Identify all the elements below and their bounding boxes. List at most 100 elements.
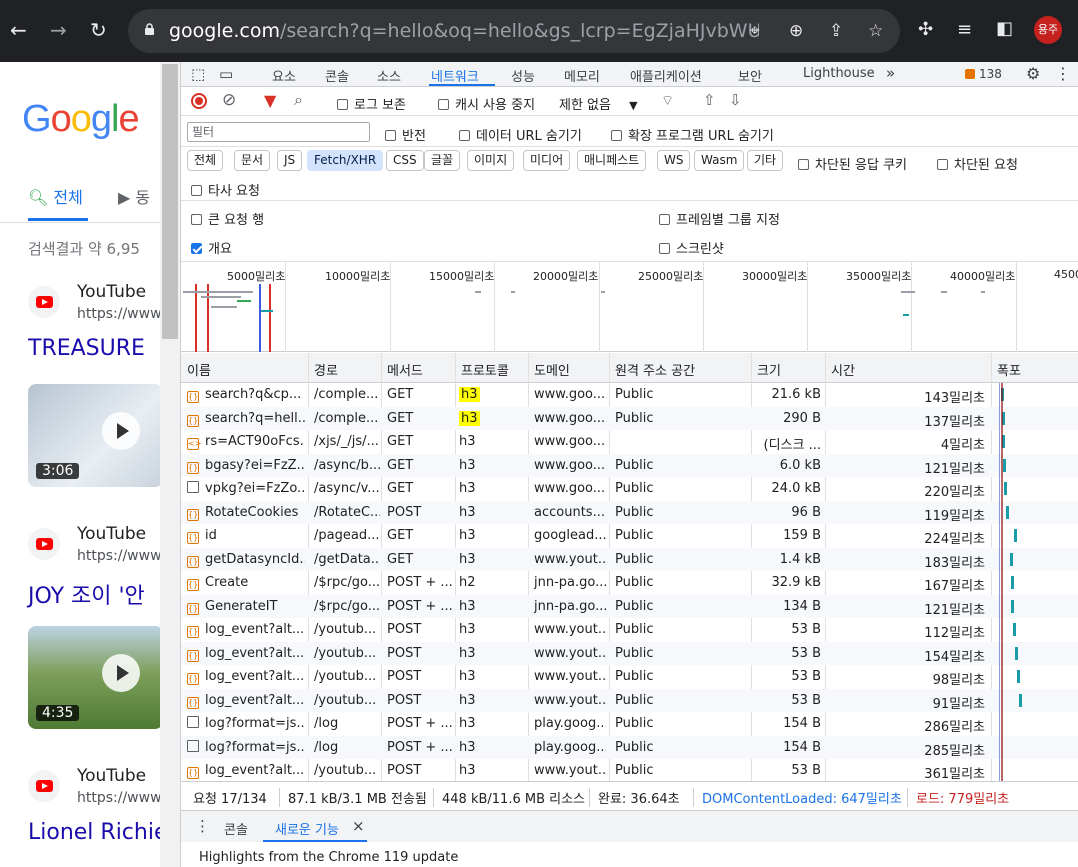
- table-row[interactable]: {} search?q=hell... /comple... GET h3 www.goo…: [181, 406, 1078, 430]
- table-row[interactable]: {} GenerateIT /$rpc/go... POST + ... h3 jnn-p…: [181, 594, 1078, 618]
- col-domain[interactable]: 도메인: [534, 360, 570, 379]
- network-conditions-icon[interactable]: ⌔: [661, 92, 674, 110]
- type-ws[interactable]: WS: [657, 150, 691, 171]
- throttle-select[interactable]: 제한 없음 ▼: [559, 94, 638, 113]
- tab-console[interactable]: 콘솔: [325, 66, 349, 85]
- table-row[interactable]: {} RotateCookies/RotateC... POST h3 accounts…: [181, 500, 1078, 524]
- table-row[interactable]: {} log_event?alt... /youtub... POST h3 www.yo…: [181, 641, 1078, 665]
- table-row[interactable]: {} log_event?alt... /youtub... POST h3 www.yo…: [181, 688, 1078, 712]
- back-arrow-icon[interactable]: ←: [10, 20, 27, 40]
- col-size[interactable]: 크기: [757, 360, 781, 379]
- col-method[interactable]: 메서드: [387, 360, 423, 379]
- preserve-log-checkbox[interactable]: 로그 보존: [337, 94, 406, 113]
- table-row[interactable]: {} id/pagead... GET h3 googlead... Public 159 …: [181, 524, 1078, 548]
- bookmark-star-icon[interactable]: ☆: [868, 21, 883, 41]
- table-row[interactable]: <> rs=ACT90oFcs... /xjs/_/js/... GET h3 www.g…: [181, 430, 1078, 454]
- filter-input[interactable]: 필터: [187, 122, 370, 142]
- group-by-frame-checkbox[interactable]: 프레임별 그룹 지정: [659, 209, 780, 228]
- hide-extension-url-checkbox[interactable]: 확장 프로그램 URL 숨기기: [611, 125, 774, 144]
- blocked-cookies-checkbox[interactable]: 차단된 응답 쿠키: [798, 154, 907, 173]
- tab-elements[interactable]: 요소: [272, 66, 296, 85]
- type-font[interactable]: 글꼴: [424, 150, 461, 171]
- type-media[interactable]: 미디어: [523, 150, 571, 171]
- table-row[interactable]: {} getDatasyncId... /getData... GET h3 www.yo…: [181, 547, 1078, 571]
- table-row[interactable]: vpkg?ei=FzZo... /async/v... GET h3 www.goo..…: [181, 477, 1078, 501]
- result-title[interactable]: Lionel Richie: [28, 820, 160, 845]
- tab-sources[interactable]: 소스: [377, 66, 401, 85]
- type-manifest[interactable]: 매니페스트: [577, 150, 647, 171]
- disable-cache-checkbox[interactable]: 캐시 사용 중지: [438, 94, 535, 113]
- location-icon[interactable]: ⌖: [750, 21, 760, 41]
- tab-security[interactable]: 보안: [738, 66, 762, 85]
- close-icon[interactable]: ×: [352, 817, 365, 835]
- issues-badge[interactable]: 138: [965, 67, 1002, 81]
- scrollbar-thumb[interactable]: [162, 64, 178, 339]
- tab-application[interactable]: 애플리케이션: [630, 66, 702, 85]
- hide-data-url-checkbox[interactable]: 데이터 URL 숨기기: [459, 125, 582, 144]
- drawer-menu-icon[interactable]: ⋮: [195, 817, 210, 835]
- result-title[interactable]: JOY 조이 '안: [28, 578, 145, 610]
- blocked-requests-checkbox[interactable]: 차단된 요청: [937, 154, 1018, 173]
- type-other[interactable]: 기타: [747, 150, 784, 171]
- screenshots-checkbox[interactable]: 스크린샷: [659, 238, 724, 257]
- zoom-icon[interactable]: ⊕: [789, 21, 803, 41]
- third-party-checkbox[interactable]: 타사 요청: [191, 180, 260, 199]
- type-doc[interactable]: 문서: [234, 150, 271, 171]
- export-har-icon[interactable]: ⇩: [729, 91, 742, 109]
- table-row[interactable]: {} search?q&cp... /comple... GET h3 www.goo..…: [181, 383, 1078, 407]
- drawer-tab-console[interactable]: 콘솔: [224, 819, 248, 838]
- device-toggle-icon[interactable]: ▭: [219, 65, 233, 83]
- page-scrollbar[interactable]: [160, 62, 180, 867]
- type-wasm[interactable]: Wasm: [694, 150, 745, 171]
- col-protocol[interactable]: 프로토콜: [461, 360, 509, 379]
- col-address-space[interactable]: 원격 주소 공간: [615, 360, 695, 379]
- network-overview[interactable]: 5000밀리초 10000밀리초 15000밀리초 20000밀리초 25000…: [181, 262, 1078, 352]
- address-bar[interactable]: google.com/search?q=hello&oq=hello&gs_lc…: [128, 9, 900, 53]
- filter-icon[interactable]: ▼: [264, 91, 276, 110]
- table-row[interactable]: {} Create /$rpc/go... POST + ... h2 jnn-pa.go…: [181, 571, 1078, 595]
- table-row[interactable]: {} bgasy?ei=FzZ... /async/b... GET h3 www.goo…: [181, 453, 1078, 477]
- type-fetch-xhr[interactable]: Fetch/XHR: [307, 150, 384, 171]
- type-all[interactable]: 전체: [187, 150, 224, 171]
- col-time[interactable]: 시간: [831, 360, 855, 379]
- result-url[interactable]: https://www.y: [77, 790, 160, 806]
- type-img[interactable]: 이미지: [467, 150, 515, 171]
- drawer-tab-whats-new[interactable]: 새로운 기능: [275, 819, 339, 838]
- result-title[interactable]: TREASURE: [28, 336, 145, 361]
- inspect-icon[interactable]: ⬚: [191, 65, 205, 83]
- side-panel-icon[interactable]: ◧: [996, 19, 1013, 39]
- overview-checkbox[interactable]: 개요: [191, 238, 232, 257]
- video-thumbnail[interactable]: 3:06: [28, 384, 160, 487]
- table-row[interactable]: {} log_event?alt... /youtub... POST h3 www.yo…: [181, 618, 1078, 642]
- col-name[interactable]: 이름: [187, 360, 211, 379]
- tab-video[interactable]: ▶ 동: [118, 184, 150, 208]
- result-url[interactable]: https://www.y: [77, 306, 160, 322]
- table-row[interactable]: {} log_event?alt... /youtub... POST h3 www.yo…: [181, 665, 1078, 689]
- type-js[interactable]: JS: [277, 150, 303, 171]
- profile-avatar[interactable]: 용주: [1034, 16, 1062, 44]
- tab-all[interactable]: 🔍︎ 전체: [28, 184, 83, 208]
- clear-icon[interactable]: ⊘: [222, 90, 236, 110]
- tab-memory[interactable]: 메모리: [564, 66, 600, 85]
- search-icon[interactable]: ⌕: [294, 90, 303, 110]
- share-icon[interactable]: ⇪: [829, 21, 843, 41]
- tab-network[interactable]: 네트워크: [431, 66, 479, 85]
- col-waterfall[interactable]: 폭포: [997, 360, 1021, 379]
- settings-gear-icon[interactable]: ⚙: [1026, 64, 1040, 83]
- table-row[interactable]: log?format=js... /log POST + ... h3 play.goo…: [181, 712, 1078, 736]
- tab-lighthouse[interactable]: Lighthouse: [803, 66, 875, 81]
- result-url[interactable]: https://www.y: [77, 548, 160, 564]
- extensions-icon[interactable]: ✣: [918, 20, 933, 40]
- forward-arrow-icon[interactable]: →: [50, 20, 67, 40]
- reload-icon[interactable]: ↻: [90, 20, 107, 40]
- table-row[interactable]: {} log_event?alt... /youtub... POST h3 www.yo…: [181, 759, 1078, 781]
- media-queue-icon[interactable]: ≡: [957, 20, 972, 40]
- more-options-icon[interactable]: ⋮: [1055, 64, 1071, 83]
- invert-checkbox[interactable]: 반전: [385, 125, 426, 144]
- big-rows-checkbox[interactable]: 큰 요청 행: [191, 209, 264, 228]
- table-row[interactable]: log?format=js... /log POST + ... h3 play.goo…: [181, 735, 1078, 759]
- col-path[interactable]: 경로: [314, 360, 338, 379]
- video-thumbnail[interactable]: 4:35: [28, 626, 160, 729]
- tab-performance[interactable]: 성능: [511, 66, 535, 85]
- type-css[interactable]: CSS: [386, 150, 424, 171]
